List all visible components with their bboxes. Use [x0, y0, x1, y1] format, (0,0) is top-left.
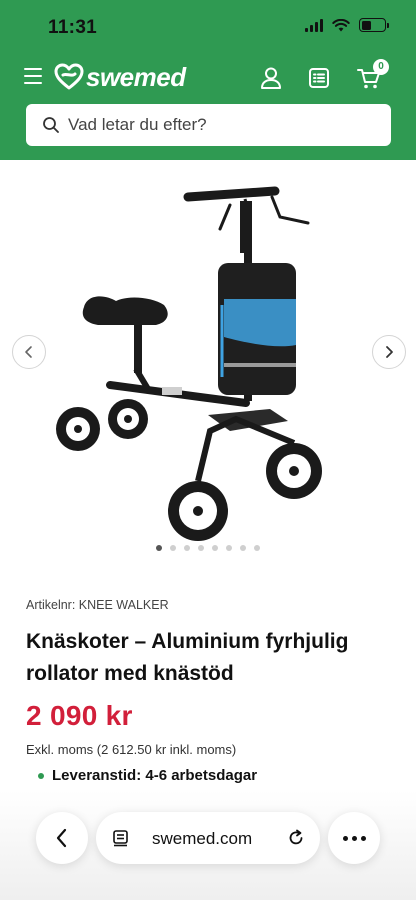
product-info: Artikelnr: KNEE WALKER Knäskoter – Alumi… [26, 598, 396, 784]
list-icon[interactable] [305, 64, 333, 92]
site-header: swemed 0 [0, 56, 416, 100]
gallery-prev-button[interactable] [12, 335, 46, 369]
heart-logo-icon [54, 63, 84, 90]
product-title: Knäskoter – Aluminium fyrhjulig rollator… [26, 630, 349, 685]
wifi-icon [332, 18, 350, 31]
hamburger-menu-icon[interactable] [24, 68, 42, 84]
gallery-dot[interactable] [198, 545, 204, 551]
reload-icon[interactable] [286, 828, 306, 848]
battery-icon [359, 18, 389, 32]
chevron-left-icon [56, 828, 67, 848]
logo-text: swemed [86, 61, 186, 92]
gallery-dot[interactable] [240, 545, 246, 551]
chevron-right-icon [386, 346, 393, 358]
product-gallery [0, 161, 416, 566]
more-dot-icon [351, 835, 357, 841]
status-time: 11:31 [48, 17, 98, 38]
delivery-time: Leveranstid: 4-6 arbetsdagar [26, 767, 396, 784]
delivery-label: Leveranstid: 4-6 arbetsdagar [52, 767, 258, 784]
browser-back-button[interactable] [36, 812, 88, 864]
cart-icon[interactable]: 0 [355, 59, 389, 92]
cellular-signal-icon [305, 18, 323, 32]
gallery-dot[interactable] [226, 545, 232, 551]
article-number: Artikelnr: KNEE WALKER [26, 598, 169, 612]
gallery-dot[interactable] [156, 545, 162, 551]
gallery-dot[interactable] [212, 545, 218, 551]
more-dot-icon [360, 835, 366, 841]
account-icon[interactable] [257, 64, 285, 92]
price-vat-note: Exkl. moms (2 612.50 kr inkl. moms) [26, 742, 237, 757]
swemed-logo[interactable]: swemed [54, 60, 186, 94]
status-bar: 11:31 [0, 0, 416, 54]
status-icons [305, 18, 389, 32]
gallery-pagination [0, 545, 416, 551]
gallery-dot[interactable] [170, 545, 176, 551]
cart-count-badge: 0 [373, 59, 389, 75]
browser-address-bar[interactable]: swemed.com [96, 812, 320, 864]
gallery-next-button[interactable] [372, 335, 406, 369]
in-stock-dot-icon [38, 772, 44, 779]
reader-mode-icon[interactable] [112, 829, 130, 847]
knee-walker-product-image[interactable] [40, 171, 376, 541]
search-icon [43, 117, 59, 133]
search-input[interactable] [68, 115, 368, 135]
product-price: 2 090 kr [26, 700, 133, 731]
browser-more-button[interactable] [328, 812, 380, 864]
chevron-left-icon [25, 346, 32, 358]
gallery-dot[interactable] [254, 545, 260, 551]
more-dot-icon [342, 835, 348, 841]
browser-url: swemed.com [152, 829, 253, 848]
battery-level [361, 20, 372, 30]
gallery-dot[interactable] [184, 545, 190, 551]
search-box[interactable] [26, 104, 391, 146]
